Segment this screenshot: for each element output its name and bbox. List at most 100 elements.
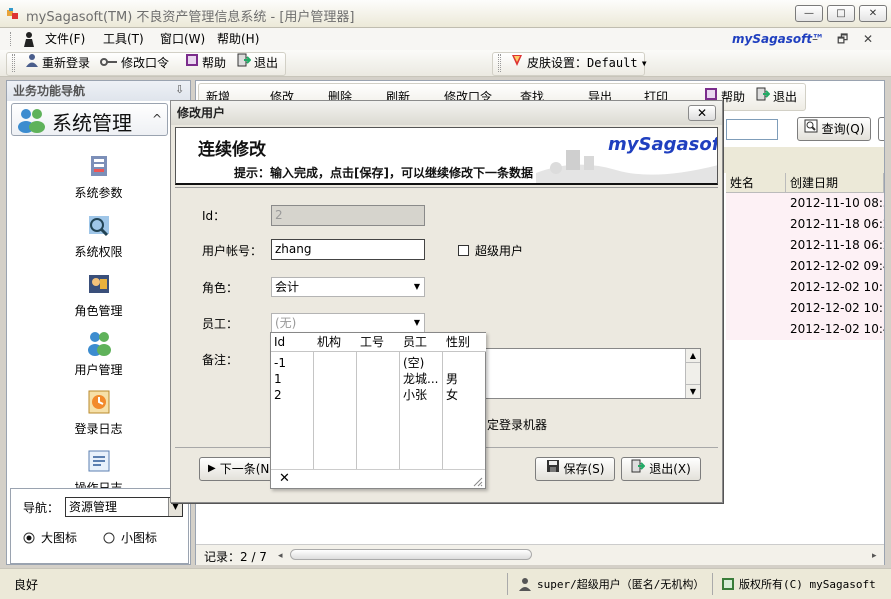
status-divider xyxy=(712,573,713,595)
left-nav-header: 业务功能导航 xyxy=(7,81,190,101)
system-management-panel[interactable]: 系统管理 ^ xyxy=(11,103,168,136)
menu-tools[interactable]: 工具(T) xyxy=(103,28,144,50)
radio-small-label: 小图标 xyxy=(121,531,158,545)
dropdown-header-workno[interactable]: 工号 xyxy=(357,333,400,352)
status-divider xyxy=(507,573,508,595)
account-field[interactable]: zhang xyxy=(271,239,425,260)
id-label: Id： xyxy=(202,209,226,223)
dropdown-row-gender[interactable]: 男 xyxy=(443,371,486,387)
minimize-button[interactable]: — xyxy=(795,5,823,22)
save-icon xyxy=(546,458,560,480)
record-count: 记录：2 / 7 xyxy=(204,550,267,564)
dropdown-row-gender[interactable]: 女 xyxy=(443,387,486,403)
created-cell: 2012-12-02 09:4 xyxy=(790,259,884,273)
search-icon xyxy=(804,118,818,140)
pin-icon[interactable]: ⇩ xyxy=(175,83,184,96)
dialog-exit-label: 退出(X) xyxy=(649,462,691,476)
role-select[interactable]: 会计 ▼ xyxy=(271,277,425,297)
nav-system-params[interactable]: 系统参数 xyxy=(7,153,190,201)
exit-icon xyxy=(756,86,771,108)
menu-window[interactable]: 窗口(W) xyxy=(160,28,205,50)
search-input[interactable] xyxy=(726,119,778,140)
menu-help[interactable]: 帮助(H) xyxy=(217,28,259,50)
column-header-created[interactable]: 创建日期 xyxy=(786,173,884,193)
bind-machine-label[interactable]: 定登录机器 xyxy=(487,416,547,433)
remark-scrollbar[interactable]: ▲ ▼ xyxy=(685,349,700,398)
nav-label: 登录日志 xyxy=(74,422,123,436)
skin-settings-label: 皮肤设置：Default xyxy=(527,56,638,70)
dialog-close-button[interactable]: ✕ xyxy=(688,105,716,121)
nav-system-permissions[interactable]: 系统权限 xyxy=(7,212,190,260)
horizontal-scrollbar-thumb[interactable] xyxy=(290,549,532,560)
scroll-right-arrow[interactable]: ▸ xyxy=(872,551,877,561)
dropdown-row-id[interactable]: -1 xyxy=(271,355,314,371)
current-user: super/超级用户（匿名/无机构） xyxy=(537,578,705,591)
dropdown-row-employee[interactable]: 龙城... xyxy=(400,371,443,387)
checkbox-box xyxy=(458,245,469,256)
nav-role-management[interactable]: 角色管理 xyxy=(7,271,190,319)
radio-large-icons[interactable]: 大图标 xyxy=(23,529,77,546)
banner-title: 连续修改 xyxy=(198,140,266,160)
dropdown-header-org[interactable]: 机构 xyxy=(314,333,357,352)
employee-dropdown: Id 机构 工号 员工 性别 -1 (空) 1 龙城... 男 2 小张 女 ✕ xyxy=(270,332,486,489)
dropdown-close-icon[interactable]: ✕ xyxy=(279,471,290,486)
dropdown-row-id[interactable]: 1 xyxy=(271,371,314,387)
dialog-title: 修改用户 xyxy=(171,101,722,125)
scroll-up-icon[interactable]: ▲ xyxy=(686,349,700,363)
status-bar: 良好 super/超级用户（匿名/无机构） 版权所有(C) mySagasoft xyxy=(0,568,891,599)
toolbar-overflow[interactable] xyxy=(878,117,884,141)
skin-settings-dropdown[interactable]: 皮肤设置：Default ▾ xyxy=(510,52,648,74)
main-exit-button[interactable]: 退出 xyxy=(756,86,797,108)
collapse-chevron-icon[interactable]: ^ xyxy=(152,112,162,126)
column-header-name[interactable]: 姓名 xyxy=(726,173,786,193)
dropdown-header-employee[interactable]: 员工 xyxy=(400,333,443,352)
book-icon xyxy=(721,577,735,594)
employee-select[interactable]: (无) ▼ xyxy=(271,313,425,333)
dropdown-row-gender[interactable] xyxy=(443,355,486,371)
dialog-exit-button[interactable]: 退出(X) xyxy=(621,457,701,481)
superuser-checkbox[interactable]: 超级用户 xyxy=(458,242,523,259)
created-cell: 2012-12-02 10:1 xyxy=(790,280,884,294)
next-record-button[interactable]: ▶ 下一条(N) xyxy=(199,457,281,481)
main-toolbar: 重新登录 修改口令 帮助 退出 皮肤设置：Default ▾ xyxy=(0,50,891,77)
nav-select[interactable]: 资源管理 ▼ xyxy=(65,497,183,517)
dropdown-column xyxy=(357,333,400,469)
dropdown-header-gender[interactable]: 性别 xyxy=(443,333,486,352)
exit-button[interactable]: 退出 xyxy=(237,52,278,74)
resize-grip-icon[interactable] xyxy=(471,475,483,490)
maximize-button[interactable]: □ xyxy=(827,5,855,22)
change-password-button[interactable]: 修改口令 xyxy=(100,52,169,74)
help-button[interactable]: 帮助 xyxy=(185,52,226,74)
radio-unchecked-icon xyxy=(103,532,115,543)
account-label: 用户帐号： xyxy=(202,244,263,258)
nav-label: 导航： xyxy=(23,501,60,515)
close-window-button[interactable]: ✕ xyxy=(859,5,887,22)
person-icon xyxy=(25,52,39,74)
nav-label: 系统参数 xyxy=(74,186,123,200)
dropdown-header-id[interactable]: Id xyxy=(271,333,314,352)
employee-label: 员工： xyxy=(202,317,239,331)
chevron-down-icon: ▼ xyxy=(413,282,420,291)
relogin-button[interactable]: 重新登录 xyxy=(25,52,90,74)
scroll-down-icon[interactable]: ▼ xyxy=(686,384,700,398)
radio-checked-icon xyxy=(23,532,35,543)
dropdown-row-id[interactable]: 2 xyxy=(271,387,314,403)
menu-person-icon xyxy=(22,31,36,50)
copyright: 版权所有(C) mySagasoft xyxy=(739,578,876,591)
radio-small-icons[interactable]: 小图标 xyxy=(103,529,157,546)
scroll-left-arrow[interactable]: ◂ xyxy=(278,551,283,561)
save-button[interactable]: 保存(S) xyxy=(535,457,615,481)
nav-login-log[interactable]: 登录日志 xyxy=(7,389,190,437)
menu-file[interactable]: 文件(F) xyxy=(45,28,85,50)
mdi-minimize-button[interactable]: – xyxy=(812,28,818,50)
status-text: 良好 xyxy=(14,578,39,592)
superuser-label: 超级用户 xyxy=(475,244,524,258)
query-button[interactable]: 查询(Q) xyxy=(797,117,871,141)
dropdown-row-employee[interactable]: (空) xyxy=(400,355,443,371)
mdi-restore-button[interactable]: 🗗 xyxy=(837,28,848,50)
main-exit-label: 退出 xyxy=(773,90,798,104)
mdi-close-button[interactable]: ✕ xyxy=(863,28,873,50)
dropdown-row-employee[interactable]: 小张 xyxy=(400,387,443,403)
nav-user-management[interactable]: 用户管理 xyxy=(7,330,190,378)
nav-operation-log[interactable]: 操作日志 xyxy=(7,448,190,488)
